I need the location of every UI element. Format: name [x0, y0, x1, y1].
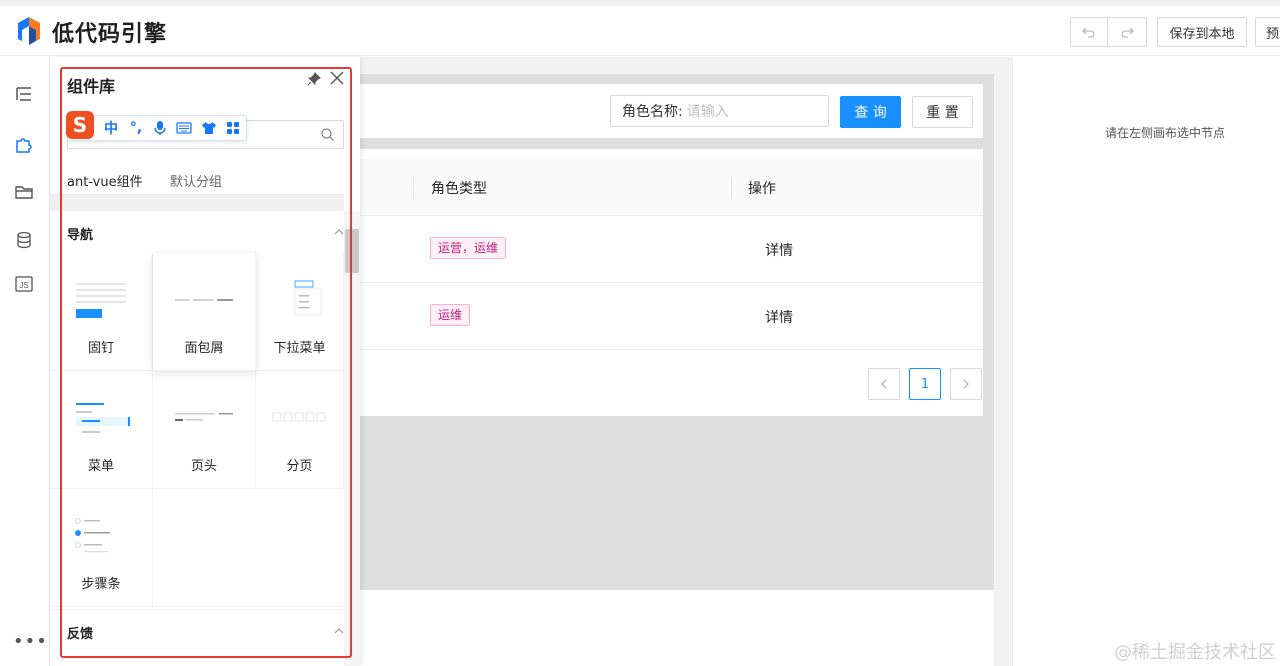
component-grid-empty: [153, 489, 344, 607]
component-affix[interactable]: 固钉: [50, 253, 153, 371]
role-name-input[interactable]: [686, 103, 817, 119]
tab-ant-vue[interactable]: ant-vue组件: [67, 171, 143, 190]
role-name-field: 角色名称:: [610, 95, 829, 127]
keyboard-icon[interactable]: [176, 121, 192, 135]
ime-punctuation-toggle[interactable]: °,: [128, 120, 144, 136]
component-icon[interactable]: [13, 133, 35, 155]
prev-page-button[interactable]: [868, 368, 900, 400]
role-type-tag: 运营，运维: [430, 237, 507, 259]
datasource-icon[interactable]: [13, 229, 35, 251]
role-name-label: 角色名称:: [622, 104, 683, 120]
app-title: 低代码引擎: [52, 22, 168, 47]
pin-icon[interactable]: [306, 71, 322, 87]
redo-button[interactable]: [1107, 17, 1147, 47]
scrollbar-track[interactable]: [344, 211, 360, 666]
logo-icon: [18, 17, 40, 45]
ime-chinese-toggle[interactable]: 中: [103, 118, 119, 138]
table-row: 运维 详情: [360, 283, 983, 350]
panel-title: 组件库: [67, 77, 116, 96]
redo-icon: [1121, 27, 1134, 38]
canvas-bottom-card: [360, 590, 994, 666]
steps-thumbnail: [75, 518, 110, 553]
component-library-panel: 组件库 S 中 °, ant-vue组件 默认分组 导航 固钉 面包屑 下拉菜单…: [50, 57, 360, 666]
preview-button[interactable]: 预: [1255, 17, 1280, 47]
query-button[interactable]: 查 询: [840, 96, 901, 128]
search-icon: [321, 128, 334, 141]
watermark: @稀土掘金技术社区: [1114, 642, 1276, 663]
chevron-left-icon: [881, 379, 887, 389]
chevron-up-icon: [334, 229, 344, 235]
column-separator: [731, 177, 732, 199]
chevron-right-icon: [963, 379, 969, 389]
component-breadcrumb[interactable]: 面包屑: [153, 253, 256, 371]
component-dropdown[interactable]: 下拉菜单: [256, 253, 344, 371]
component-label: 固钉: [87, 341, 114, 356]
component-label: 菜单: [87, 459, 114, 474]
settings-panel: 请在左侧画布选中节点: [1012, 57, 1280, 666]
undo-button[interactable]: [1070, 17, 1108, 47]
role-type-tag: 运维: [430, 304, 471, 326]
dropdown-thumbnail: [294, 280, 322, 316]
menu-thumbnail: [76, 403, 130, 433]
chevron-up-icon: [334, 628, 344, 634]
apps-grid-icon[interactable]: [226, 121, 240, 135]
reset-button[interactable]: 重 置: [912, 96, 973, 128]
component-pagination[interactable]: 分页: [256, 371, 344, 489]
component-label: 步骤条: [81, 577, 121, 592]
scrollbar-thumb[interactable]: [345, 229, 359, 273]
component-label: 页头: [190, 459, 217, 474]
column-separator: [413, 177, 414, 199]
detail-link[interactable]: 详情: [765, 307, 793, 327]
top-toolbar: 低代码引擎 保存到本地 预: [0, 6, 1280, 56]
undo-icon: [1082, 27, 1095, 38]
skin-icon[interactable]: [201, 121, 217, 135]
detail-link[interactable]: 详情: [765, 240, 793, 260]
table-row: 运营，运维 详情: [360, 216, 983, 283]
folder-icon[interactable]: [13, 181, 35, 203]
section-gap: [50, 195, 344, 211]
outline-icon[interactable]: [13, 83, 35, 105]
table-header: 角色类型 操作: [360, 159, 983, 216]
next-page-button[interactable]: [950, 368, 982, 400]
more-icon[interactable]: •••: [13, 631, 48, 652]
section-header-navigation[interactable]: 导航: [50, 211, 344, 253]
page-header-thumbnail: [175, 413, 233, 421]
component-steps[interactable]: 步骤条: [50, 489, 153, 607]
role-table: 角色类型 操作 运营，运维 详情 运维 详情 1: [360, 149, 983, 416]
breadcrumb-thumbnail: [175, 299, 233, 301]
js-icon[interactable]: JS: [13, 273, 35, 295]
component-label: 分页: [286, 459, 313, 474]
component-label: 下拉菜单: [273, 341, 326, 356]
component-label: 面包屑: [184, 341, 224, 356]
ime-logo-icon: S: [66, 111, 94, 139]
page-button-current[interactable]: 1: [909, 368, 941, 400]
library-tabs: ant-vue组件 默认分组: [50, 161, 360, 196]
save-local-button[interactable]: 保存到本地: [1157, 17, 1247, 47]
tab-default-group[interactable]: 默认分组: [170, 171, 222, 190]
section-title: 反馈: [67, 627, 94, 642]
section-header-feedback[interactable]: 反馈: [50, 609, 344, 651]
component-page-header[interactable]: 页头: [153, 371, 256, 489]
microphone-icon[interactable]: [153, 120, 167, 136]
component-menu[interactable]: 菜单: [50, 371, 153, 489]
pagination-thumbnail: [272, 412, 326, 422]
left-rail: JS •••: [0, 57, 50, 666]
ime-toolbar: S 中 °,: [66, 111, 247, 141]
close-icon[interactable]: [329, 70, 345, 86]
svg-text:JS: JS: [19, 281, 28, 290]
select-node-hint: 请在左侧画布选中节点: [1105, 126, 1226, 140]
section-title: 导航: [67, 228, 94, 243]
column-header-role-type: 角色类型: [431, 181, 487, 197]
column-header-actions: 操作: [748, 181, 776, 197]
affix-thumbnail: [76, 283, 126, 318]
